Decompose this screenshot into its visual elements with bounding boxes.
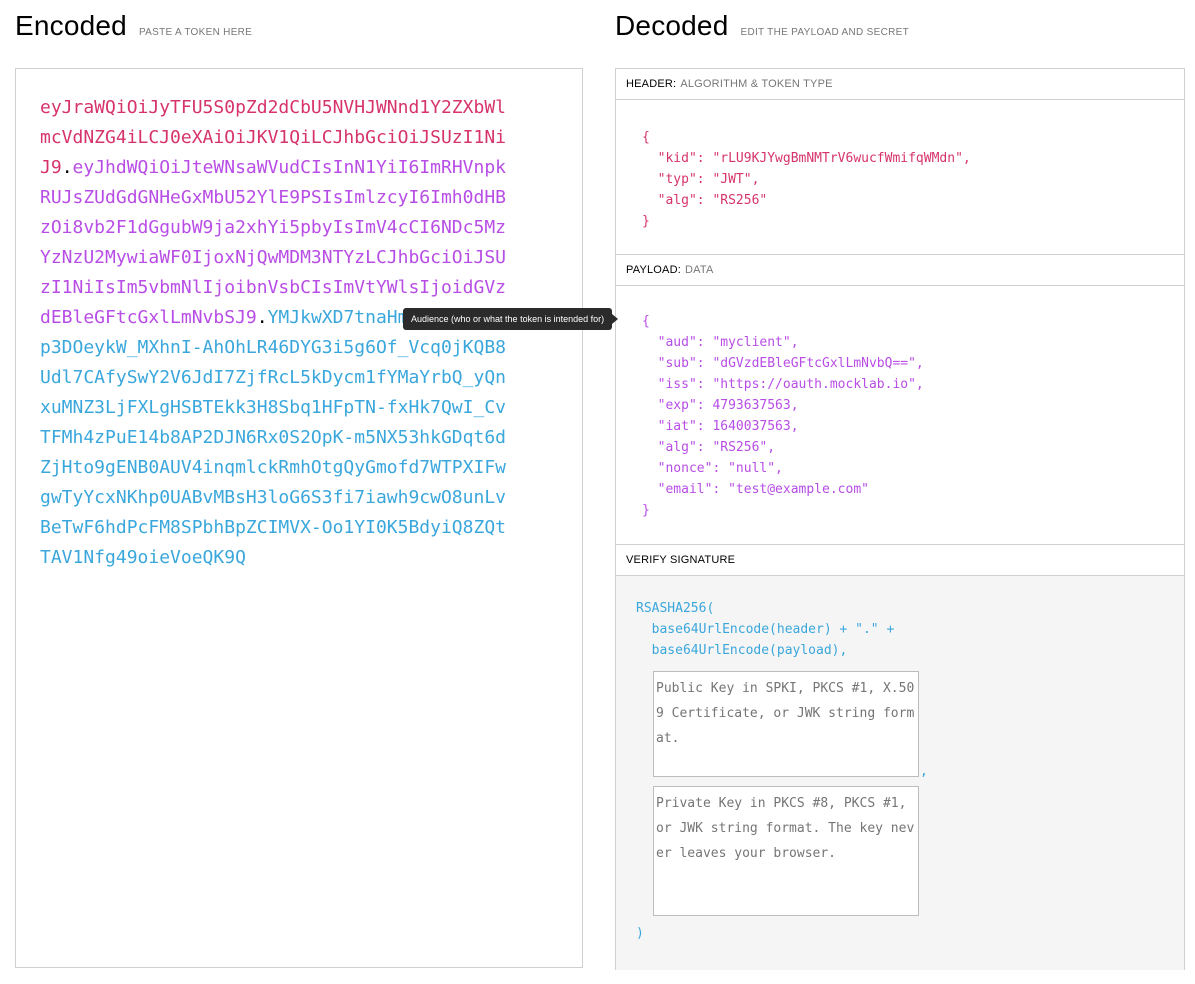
decoded-heading: Decoded EDIT THE PAYLOAD AND SECRET [615, 10, 909, 42]
payload-json-line: "exp": 4793637563, [642, 398, 799, 413]
verify-section-title: VERIFY SIGNATURE [616, 545, 1184, 576]
signature-line: RSASHA256( [636, 601, 715, 616]
payload-json-editor[interactable]: { "aud": "myclient", "sub": "dGVzdEBleGF… [616, 286, 1184, 545]
decoded-hint: EDIT THE PAYLOAD AND SECRET [740, 27, 909, 38]
payload-json-line: } [642, 503, 650, 518]
encoded-title: Encoded [15, 10, 127, 41]
encoded-token-editor[interactable]: eyJraWQiOiJyTFU5S0pZd2dCbU5NVHJWNnd1Y2ZX… [15, 68, 583, 968]
token-dot: . [61, 157, 73, 178]
encoded-hint: PASTE A TOKEN HERE [138, 27, 253, 38]
header-json-editor[interactable]: { "kid": "rLU9KJYwgBmNMTrV6wucfWmifqWMdn… [616, 100, 1184, 255]
public-key-input[interactable] [653, 671, 919, 777]
decoded-panel: HEADER: ALGORITHM & TOKEN TYPE { "kid": "… [615, 68, 1185, 970]
signature-formula: RSASHA256( base64UrlEncode(header) + "."… [636, 598, 894, 661]
payload-json-line: "sub": "dGVzdEBleGFtcGxlLmNvbQ==", [642, 356, 924, 371]
payload-json-line: "iss": "https://oauth.mocklab.io", [642, 377, 924, 392]
payload-section-title: PAYLOAD: DATA [616, 255, 1184, 286]
header-label: HEADER: [626, 78, 677, 90]
payload-json-line: "nonce": "null", [642, 461, 783, 476]
header-section-title: HEADER: ALGORITHM & TOKEN TYPE [616, 69, 1184, 100]
verify-signature-body: RSASHA256( base64UrlEncode(header) + "."… [616, 576, 1184, 970]
signature-comma: , [920, 764, 928, 779]
payload-json[interactable]: { "aud": "myclient", "sub": "dGVzdEBleGF… [642, 311, 924, 521]
token-payload-part: eyJhdWQiOiJteWNsaWVudCIsInN1YiI6ImRHVnpk… [40, 157, 507, 328]
header-json-line: "alg": "RS256" [642, 193, 768, 208]
header-json-line: "typ": "JWT", [642, 172, 760, 187]
payload-json-line: "iat": 1640037563, [642, 419, 799, 434]
payload-json-line: "email": "test@example.com" [642, 482, 869, 497]
payload-json-line: "alg": "RS256", [642, 440, 776, 455]
decoded-title: Decoded [615, 10, 729, 41]
private-key-input[interactable] [653, 786, 919, 916]
signature-line: base64UrlEncode(header) + "." + [636, 622, 895, 637]
payload-label: PAYLOAD: [626, 264, 681, 276]
token-dot: . [256, 307, 268, 328]
payload-json-line: "aud": "myclient", [642, 335, 799, 350]
header-json[interactable]: { "kid": "rLU9KJYwgBmNMTrV6wucfWmifqWMdn… [642, 127, 971, 232]
header-sublabel: ALGORITHM & TOKEN TYPE [680, 78, 833, 90]
verify-label: VERIFY SIGNATURE [626, 554, 736, 566]
payload-json-line: { [642, 314, 650, 329]
header-json-line: "kid": "rLU9KJYwgBmNMTrV6wucfWmifqWMdn", [642, 151, 971, 166]
payload-sublabel: DATA [685, 264, 714, 276]
encoded-heading: Encoded PASTE A TOKEN HERE [15, 10, 252, 42]
signature-line: base64UrlEncode(payload), [636, 643, 848, 658]
token-signature-part: YMJkwXD7tnaHmmyQfD10-kp3DOeykW_MXhnI-AhO… [40, 307, 507, 568]
signature-close-paren: ) [636, 926, 644, 941]
header-json-line: { [642, 130, 650, 145]
header-json-line: } [642, 214, 650, 229]
claim-tooltip: Audience (who or what the token is inten… [403, 308, 619, 330]
encoded-token-text[interactable]: eyJraWQiOiJyTFU5S0pZd2dCbU5NVHJWNnd1Y2ZX… [40, 93, 514, 573]
